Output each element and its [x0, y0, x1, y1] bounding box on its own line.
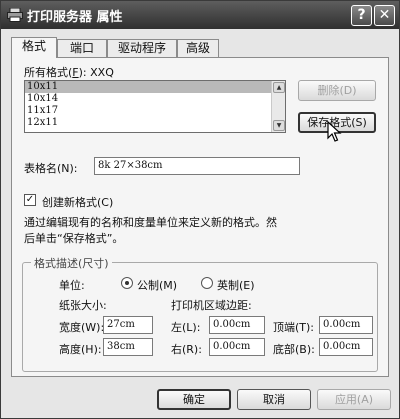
top-margin-input[interactable]: 0.00cm: [319, 316, 373, 334]
unit-label: 单位:: [59, 279, 85, 292]
left-margin-input[interactable]: 0.00cm: [209, 316, 265, 334]
printer-margins-label: 打印机区域边距:: [171, 299, 252, 312]
imperial-label: 英制(E): [217, 279, 255, 292]
width-label: 宽度(W):: [59, 321, 105, 334]
delete-button[interactable]: 删除(D): [298, 80, 376, 101]
apply-button[interactable]: 应用(A): [317, 389, 391, 410]
metric-label: 公制(M): [137, 279, 178, 292]
metric-radio[interactable]: [121, 277, 133, 289]
bottom-margin-input[interactable]: 0.00cm: [319, 338, 373, 356]
tab-drivers[interactable]: 驱动程序: [107, 39, 177, 57]
tab-formats[interactable]: 格式: [11, 37, 57, 58]
form-name-label: 表格名(N):: [24, 162, 78, 175]
formats-panel: 所有格式(F): XXQ 10x11 10x14 11x17 12x11 ▲ ▼…: [11, 57, 389, 377]
help-button[interactable]: ?: [351, 5, 372, 26]
tab-ports[interactable]: 端口: [57, 39, 107, 57]
group-title: 格式描述(尺寸): [31, 255, 112, 271]
width-input[interactable]: 27cm: [103, 316, 153, 334]
form-name-input[interactable]: 8k 27×38cm: [94, 157, 300, 175]
listbox-scrollbar[interactable]: ▲ ▼: [271, 81, 285, 132]
bottom-margin-label: 底部(B):: [273, 343, 315, 356]
help-text-line1: 通过编辑现有的名称和度量单位来定义新的格式。然: [24, 216, 277, 229]
scroll-down-icon[interactable]: ▼: [273, 120, 285, 131]
paper-size-label: 纸张大小:: [59, 299, 107, 312]
right-margin-label: 右(R):: [171, 343, 202, 356]
format-description-group: 格式描述(尺寸) 单位: 公制(M) 英制(E) 纸张大小: 打印机区域边距: …: [22, 255, 378, 372]
mouse-cursor-icon: [327, 121, 342, 142]
left-margin-label: 左(L):: [171, 321, 201, 334]
list-item[interactable]: 11x17: [25, 105, 285, 117]
cancel-button[interactable]: 取消: [237, 389, 311, 410]
scroll-up-icon[interactable]: ▲: [273, 82, 285, 93]
list-item[interactable]: 10x11: [25, 81, 285, 93]
help-text-line2: 后单击“保存格式”。: [24, 232, 124, 245]
imperial-radio[interactable]: [201, 277, 213, 289]
ok-button[interactable]: 确定: [157, 389, 231, 410]
list-item[interactable]: 12x11: [25, 117, 285, 129]
title-bar[interactable]: 打印服务器 属性 ? ✕: [1, 1, 399, 29]
top-margin-label: 顶端(T):: [273, 321, 315, 334]
list-item[interactable]: 10x14: [25, 93, 285, 105]
create-new-format-checkbox[interactable]: ✓: [24, 194, 36, 206]
create-new-format-label: 创建新格式(C): [42, 196, 114, 209]
all-formats-label: 所有格式(F): XXQ: [24, 66, 114, 79]
tab-advanced[interactable]: 高级: [177, 39, 219, 57]
right-margin-input[interactable]: 0.00cm: [209, 338, 265, 356]
formats-listbox[interactable]: 10x11 10x14 11x17 12x11 ▲ ▼: [24, 80, 286, 133]
close-button[interactable]: ✕: [374, 5, 395, 26]
printer-icon: [7, 8, 23, 22]
properties-dialog: 打印服务器 属性 ? ✕ 格式 端口 驱动程序 高级 所有格式(F): XXQ …: [0, 0, 400, 419]
height-label: 高度(H):: [59, 343, 102, 356]
window-title: 打印服务器 属性: [27, 10, 123, 25]
height-input[interactable]: 38cm: [103, 338, 153, 356]
